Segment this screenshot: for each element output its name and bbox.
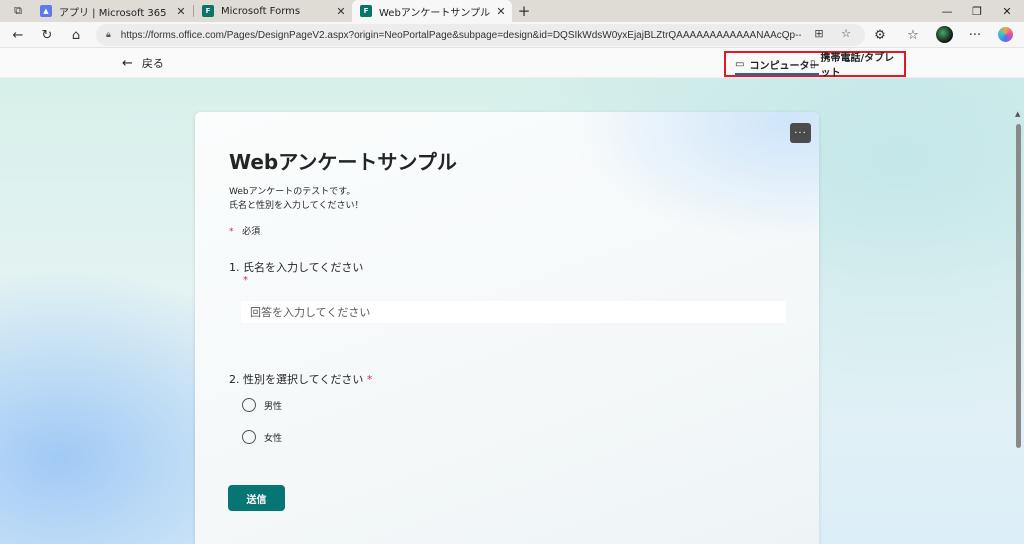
description-line: Webアンケートのテストです。 (229, 187, 356, 197)
question-2: 2. 性別を選択してください * (229, 371, 372, 387)
submit-button[interactable]: 送信 (228, 485, 285, 511)
radio-option-male[interactable]: 男性 (242, 398, 282, 412)
profile-avatar[interactable] (936, 26, 953, 43)
refresh-icon[interactable]: ↻ (37, 25, 57, 45)
close-tab-icon[interactable]: ✕ (174, 4, 188, 18)
m365-icon: ▲ (40, 5, 52, 17)
required-star: * (229, 227, 234, 237)
tab-microsoft-365[interactable]: ▲ アプリ | Microsoft 365 ✕ (32, 0, 192, 22)
tab-microsoft-forms[interactable]: F Microsoft Forms ✕ (194, 0, 352, 22)
question-1-label: 1. 氏名を入力してください (229, 261, 364, 274)
more-options-button[interactable]: ··· (790, 123, 811, 143)
phone-icon: ▯ (810, 58, 816, 70)
radio-circle[interactable] (242, 398, 256, 412)
back-arrow-icon: ← (122, 55, 133, 71)
home-icon[interactable]: ⌂ (66, 25, 86, 45)
lock-icon: 🔒︎ (106, 30, 111, 40)
question-2-label: 2. 性別を選択してください (229, 373, 364, 386)
favorite-star-icon[interactable]: ☆ (838, 25, 854, 41)
restore-button[interactable]: ❐ (962, 0, 992, 22)
tab-title: Microsoft Forms (221, 5, 301, 17)
favorites-icon[interactable]: ☆ (903, 25, 923, 45)
required-star: * (243, 275, 248, 286)
tab-actions-icon[interactable]: ⧉ (8, 1, 28, 21)
app-available-icon[interactable]: ⊞ (811, 25, 827, 41)
url-text[interactable]: https://forms.office.com/Pages/DesignPag… (121, 30, 801, 41)
extensions-icon[interactable]: ⚙ (870, 25, 890, 45)
address-bar[interactable]: 🔒︎ https://forms.office.com/Pages/Design… (96, 24, 865, 46)
browser-toolbar: ← ↻ ⌂ 🔒︎ https://forms.office.com/Pages/… (0, 22, 1024, 48)
name-answer-input[interactable] (241, 301, 786, 323)
monitor-icon: ▭ (735, 58, 745, 70)
forms-icon: F (360, 5, 372, 17)
more-menu-icon[interactable]: ··· (965, 25, 985, 45)
scroll-up-icon[interactable]: ▲ (1015, 110, 1020, 118)
radio-label: 女性 (264, 433, 283, 444)
minimize-button[interactable]: — (932, 0, 962, 22)
form-description: Webアンケートのテストです。 氏名と性別を入力してください！ (229, 185, 363, 213)
view-desktop-tab[interactable]: ▭ コンピューター (735, 53, 820, 75)
preview-header: ← 戻る ▭ コンピューター ▯ 携帯電話/タブレット (0, 48, 1024, 79)
required-note: * 必須 (229, 224, 260, 237)
description-line: 氏名と性別を入力してください！ (229, 201, 364, 211)
view-mobile-tab[interactable]: ▯ 携帯電話/タブレット (810, 53, 904, 79)
close-window-button[interactable]: ✕ (992, 0, 1022, 22)
back-label: 戻る (141, 57, 164, 70)
radio-option-female[interactable]: 女性 (242, 430, 282, 444)
view-mode-switch: ▭ コンピューター ▯ 携帯電話/タブレット (724, 51, 906, 79)
back-button[interactable]: ← 戻る (122, 55, 164, 71)
radio-label: 男性 (264, 401, 283, 412)
tab-title: アプリ | Microsoft 365 (59, 7, 167, 19)
form-card (195, 112, 819, 544)
required-note-label: 必須 (242, 227, 261, 237)
view-desktop-label: コンピューター (749, 60, 820, 72)
form-title: Webアンケートサンプル (229, 150, 457, 174)
page-scrollbar[interactable]: ▲ (1014, 110, 1024, 544)
radio-circle[interactable] (242, 430, 256, 444)
close-tab-icon[interactable]: ✕ (494, 4, 508, 18)
view-mobile-label: 携帯電話/タブレット (820, 53, 895, 79)
tab-title: Webアンケートサンプル (プレビュー) (379, 7, 494, 19)
scrollbar-thumb[interactable] (1016, 124, 1021, 448)
forms-icon: F (202, 5, 214, 17)
tab-form-preview[interactable]: F Webアンケートサンプル (プレビュー) ✕ (352, 0, 512, 22)
copilot-icon[interactable] (998, 27, 1013, 42)
browser-tab-strip: ⧉ ▲ アプリ | Microsoft 365 ✕ F Microsoft Fo… (0, 0, 1024, 22)
close-tab-icon[interactable]: ✕ (334, 4, 348, 18)
back-arrow-icon[interactable]: ← (8, 25, 28, 45)
required-star: * (366, 373, 373, 386)
new-tab-icon[interactable]: + (514, 1, 534, 21)
